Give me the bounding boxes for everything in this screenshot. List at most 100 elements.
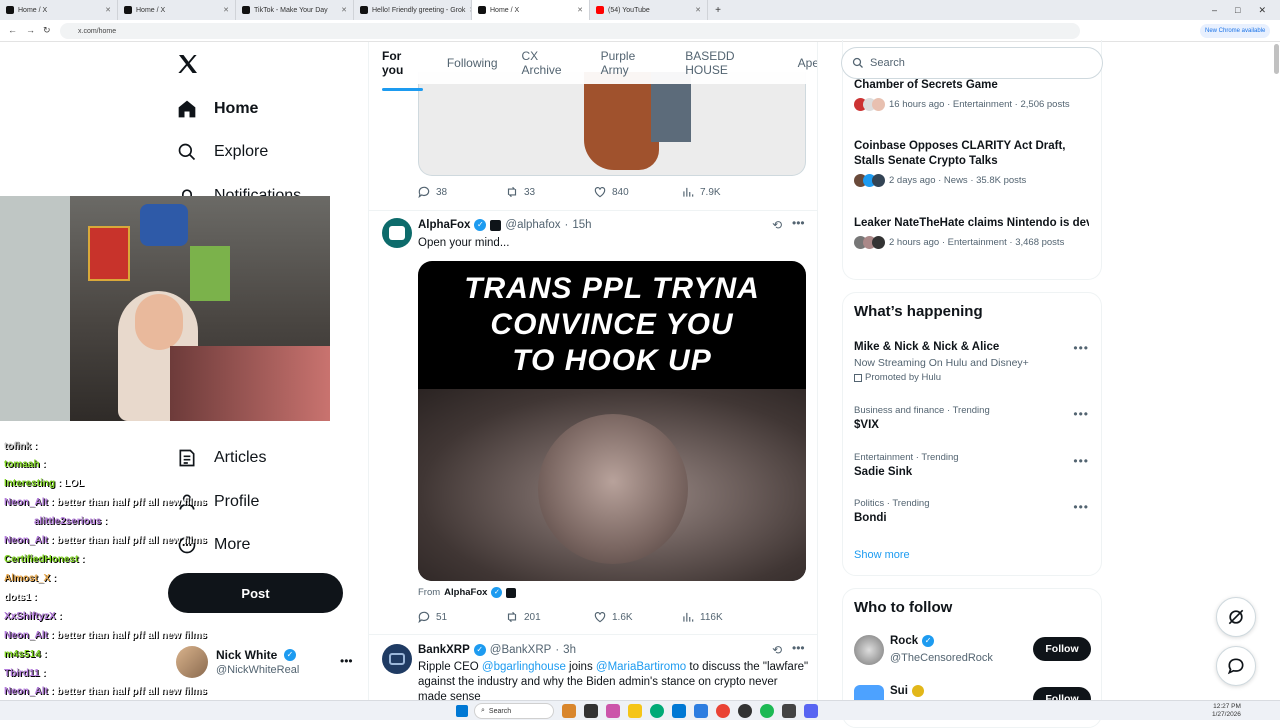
show-more-link[interactable]: Show more xyxy=(854,549,910,561)
discord-icon[interactable] xyxy=(804,704,818,718)
windows-start-icon[interactable] xyxy=(456,705,468,717)
reply-button[interactable]: 51 xyxy=(417,610,505,624)
browser-tab[interactable]: (54) YouTube ✕ xyxy=(590,0,708,20)
post-button[interactable]: Post xyxy=(168,573,343,613)
close-tab-icon[interactable]: ✕ xyxy=(577,6,583,14)
avatar[interactable] xyxy=(382,644,412,674)
grok-icon[interactable]: ⟲ xyxy=(772,643,782,657)
grok-icon xyxy=(1228,609,1244,625)
account-switcher[interactable]: Nick White ✓ @NickWhiteReal ••• xyxy=(170,640,360,684)
app-icon[interactable] xyxy=(672,704,686,718)
post-more-icon[interactable]: ••• xyxy=(792,216,805,230)
repost-button[interactable]: 33 xyxy=(505,185,593,199)
edge-icon[interactable] xyxy=(650,704,664,718)
trend-more-icon[interactable]: ••• xyxy=(1073,341,1089,355)
author-name[interactable]: BankXRP xyxy=(418,644,470,656)
folder-icon[interactable] xyxy=(628,704,642,718)
x-logo-icon[interactable] xyxy=(176,52,200,76)
post-time[interactable]: 15h xyxy=(572,219,591,231)
views-button[interactable]: 116K xyxy=(681,610,769,624)
tab-for-you[interactable]: For you xyxy=(382,49,423,91)
close-tab-icon[interactable]: ✕ xyxy=(695,6,701,14)
news-item[interactable]: Coinbase Opposes CLARITY Act Draft, Stal… xyxy=(854,139,1094,187)
news-avatars xyxy=(854,174,885,187)
reply-button[interactable]: 38 xyxy=(417,185,505,199)
close-tab-icon[interactable]: ✕ xyxy=(223,6,229,14)
close-window-icon[interactable]: ✕ xyxy=(1258,5,1266,16)
grok-icon[interactable]: ⟲ xyxy=(772,218,782,232)
close-tab-icon[interactable]: ✕ xyxy=(341,6,347,14)
repost-button[interactable]: 201 xyxy=(505,610,593,624)
trend-more-icon[interactable]: ••• xyxy=(1073,454,1089,468)
update-badge[interactable]: New Chrome available xyxy=(1200,24,1271,38)
tab-ape[interactable]: Ape xyxy=(798,56,817,70)
trend-more-icon[interactable]: ••• xyxy=(1073,500,1089,514)
reload-icon[interactable]: ↻ xyxy=(43,25,51,36)
account-more-icon[interactable]: ••• xyxy=(340,654,353,668)
browser-tab[interactable]: Home / X ✕ xyxy=(0,0,118,20)
messages-float-button[interactable] xyxy=(1216,646,1256,686)
grok-float-button[interactable] xyxy=(1216,597,1256,637)
taskbar-apps xyxy=(562,704,818,718)
mention-link[interactable]: @bgarlinghouse xyxy=(482,661,566,673)
section-heading: Who to follow xyxy=(854,599,953,616)
tab-cx-archive[interactable]: CX Archive xyxy=(522,49,577,77)
post-media-image[interactable] xyxy=(418,72,806,176)
trend-item[interactable]: Entertainment · Trending Sadie Sink xyxy=(854,452,959,480)
mention-link[interactable]: @MariaBartiromo xyxy=(596,661,686,673)
app-icon[interactable] xyxy=(606,704,620,718)
like-button[interactable]: 1.6K xyxy=(593,610,681,624)
post-more-icon[interactable]: ••• xyxy=(792,641,805,655)
new-tab-icon[interactable]: + xyxy=(708,5,728,16)
news-item[interactable]: Leaker NateTheHate claims Nintendo is de… xyxy=(854,216,1094,249)
tab-purple-army[interactable]: Purple Army xyxy=(601,49,662,77)
url-field[interactable]: x.com/home xyxy=(60,23,1080,39)
bank-logo-icon xyxy=(389,653,405,665)
trend-more-icon[interactable]: ••• xyxy=(1073,407,1089,421)
author-handle[interactable]: @BankXRP xyxy=(490,644,552,656)
app-icon[interactable] xyxy=(694,704,708,718)
trend-item[interactable]: Business and finance · Trending $VIX xyxy=(854,405,990,433)
maximize-icon[interactable]: □ xyxy=(1235,5,1240,16)
browser-tab[interactable]: Hello! Friendly greeting - Grok✕ xyxy=(354,0,472,20)
back-icon[interactable]: ← xyxy=(8,25,17,35)
author-name[interactable]: AlphaFox xyxy=(418,219,470,231)
taskbar-clock[interactable]: 12:27 PM 1/27/2026 xyxy=(1212,703,1241,719)
taskbar-search[interactable]: ⌕ Search xyxy=(474,703,554,719)
follow-button[interactable]: Follow xyxy=(1033,637,1091,661)
app-icon[interactable] xyxy=(782,704,796,718)
news-avatars xyxy=(854,98,885,111)
minimize-icon[interactable]: – xyxy=(1212,5,1217,16)
chat-message: Neon_Alt : better than half pff all new … xyxy=(4,497,207,508)
tab-following[interactable]: Following xyxy=(447,56,498,70)
avatar[interactable] xyxy=(382,218,412,248)
nav-articles[interactable]: Articles xyxy=(176,440,266,476)
close-tab-icon[interactable]: ✕ xyxy=(105,6,111,14)
promoted-trend[interactable]: Mike & Nick & Nick & Alice Now Streaming… xyxy=(854,340,1094,383)
like-button[interactable]: 840 xyxy=(593,185,681,199)
app-icon[interactable] xyxy=(584,704,598,718)
post-time[interactable]: 3h xyxy=(563,644,576,656)
nav-home[interactable]: Home xyxy=(176,91,258,127)
app-icon[interactable] xyxy=(738,704,752,718)
search-input[interactable]: Search xyxy=(841,47,1103,79)
reply-icon xyxy=(418,611,430,624)
chrome-icon[interactable] xyxy=(716,704,730,718)
tab-basedd-house[interactable]: BASEDD HOUSE xyxy=(685,49,773,77)
browser-tab[interactable]: Home / X ✕ xyxy=(118,0,236,20)
browser-tab[interactable]: TikTok - Make Your Day ✕ xyxy=(236,0,354,20)
browser-tab-active[interactable]: Home / X ✕ xyxy=(472,0,590,20)
follow-suggestion[interactable]: Rock ✓ @TheCensoredRock Follow xyxy=(854,633,1094,669)
app-icon[interactable] xyxy=(562,704,576,718)
trend-item[interactable]: Politics · Trending Bondi xyxy=(854,498,930,526)
post-source: From AlphaFox ✓ xyxy=(418,587,517,598)
forward-icon[interactable]: → xyxy=(26,25,35,35)
news-item[interactable]: Chamber of Secrets Game 16 hours ago · E… xyxy=(854,78,1094,111)
views-button[interactable]: 7.9K xyxy=(681,185,769,199)
spotify-icon[interactable] xyxy=(760,704,774,718)
grok-favicon-icon xyxy=(360,6,368,14)
author-handle[interactable]: @alphafox xyxy=(505,219,560,231)
post-media-image[interactable]: TRANS PPL TRYNA CONVINCE YOU TO HOOK UP xyxy=(418,261,806,581)
page-scrollbar[interactable] xyxy=(1274,44,1279,74)
nav-explore[interactable]: Explore xyxy=(176,134,268,170)
